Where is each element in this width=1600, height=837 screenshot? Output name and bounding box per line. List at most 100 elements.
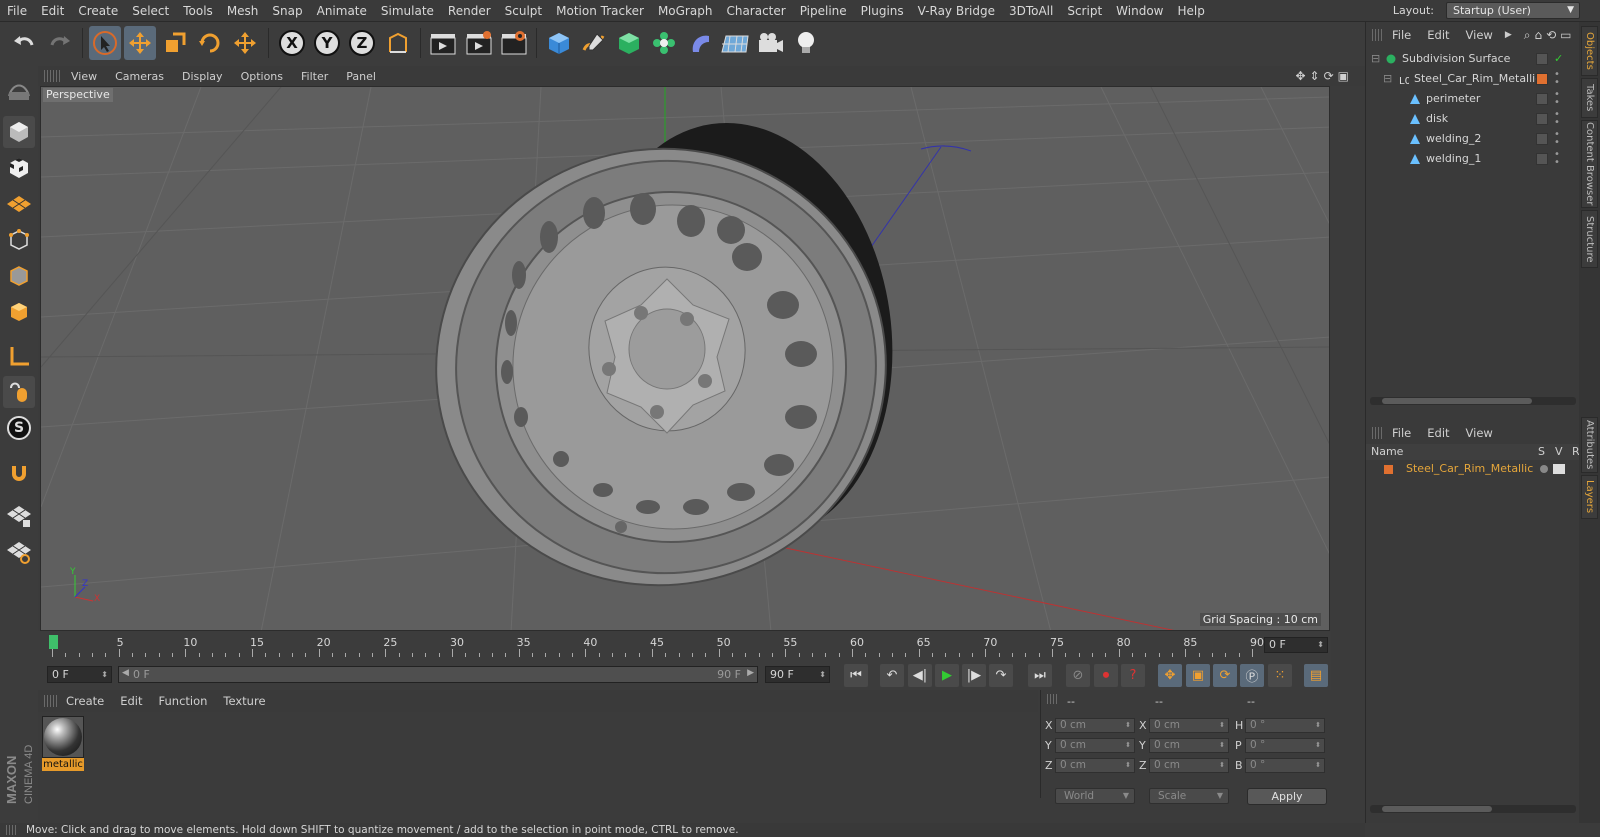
tab-takes[interactable]: Takes bbox=[1581, 78, 1598, 118]
object-manager-tool-icons[interactable]: ⌕⌂⟲▭ bbox=[1524, 28, 1576, 43]
menu-expand-arrow-icon[interactable]: ▶ bbox=[1505, 30, 1512, 40]
material-menu-texture[interactable]: Texture bbox=[215, 694, 273, 708]
add-light-button[interactable] bbox=[790, 26, 822, 60]
menu-vray-bridge[interactable]: V-Ray Bridge bbox=[911, 0, 1002, 22]
key-rotation-button[interactable]: ⟳ bbox=[1213, 664, 1237, 687]
playhead-marker[interactable] bbox=[49, 635, 58, 649]
coord-value-field[interactable]: 0 ° ⬍ bbox=[1245, 738, 1325, 753]
viewport-menu-cameras[interactable]: Cameras bbox=[106, 70, 173, 83]
horizontal-scrollbar[interactable] bbox=[1370, 805, 1576, 813]
x-axis-lock-button[interactable]: X bbox=[276, 26, 308, 60]
tab-layers[interactable]: Layers bbox=[1581, 475, 1598, 519]
tab-objects[interactable]: Objects bbox=[1581, 26, 1598, 76]
menu-simulate[interactable]: Simulate bbox=[374, 0, 441, 22]
play-button[interactable]: ▶ bbox=[935, 664, 959, 687]
scrollbar-thumb[interactable] bbox=[1382, 806, 1492, 812]
scale-tool-button[interactable] bbox=[159, 26, 191, 60]
previous-keyframe-button[interactable]: ↶ bbox=[880, 664, 904, 687]
menu-3dtoall[interactable]: 3DToAll bbox=[1002, 0, 1060, 22]
render-settings-button[interactable] bbox=[498, 26, 530, 60]
render-editor-dots-icon[interactable]: • • bbox=[1554, 130, 1560, 148]
tweak-mode-button[interactable] bbox=[3, 376, 35, 408]
planar-workplane-button[interactable] bbox=[3, 536, 35, 568]
menu-sculpt[interactable]: Sculpt bbox=[498, 0, 549, 22]
y-axis-lock-button[interactable]: Y bbox=[311, 26, 343, 60]
menu-file[interactable]: File bbox=[0, 0, 34, 22]
coord-value-field[interactable]: 0 cm ⬍ bbox=[1055, 718, 1135, 733]
menu-help[interactable]: Help bbox=[1170, 0, 1211, 22]
object-row[interactable]: ⊟ Subdivision Surface ✓ bbox=[1366, 49, 1580, 69]
menu-window[interactable]: Window bbox=[1109, 0, 1170, 22]
layer-menu-view[interactable]: View bbox=[1458, 426, 1501, 440]
tab-structure[interactable]: Structure bbox=[1581, 210, 1598, 268]
solo-mode-button[interactable]: S bbox=[3, 412, 35, 444]
render-editor-dots-icon[interactable]: • • bbox=[1554, 110, 1560, 128]
layer-menu-edit[interactable]: Edit bbox=[1419, 426, 1457, 440]
snap-button[interactable] bbox=[3, 456, 35, 488]
menu-tools[interactable]: Tools bbox=[176, 0, 220, 22]
object-menu-view[interactable]: View bbox=[1458, 28, 1501, 42]
go-to-start-button[interactable]: ⏮ bbox=[844, 664, 868, 687]
add-spline-button[interactable] bbox=[578, 26, 610, 60]
menu-select[interactable]: Select bbox=[125, 0, 176, 22]
start-frame-field[interactable]: 0 F ⬍ bbox=[47, 666, 112, 683]
menu-animate[interactable]: Animate bbox=[310, 0, 374, 22]
coord-value-field[interactable]: 0 cm ⬍ bbox=[1055, 738, 1135, 753]
tab-attributes[interactable]: Attributes bbox=[1581, 417, 1598, 473]
frame-ruler[interactable]: 051015202530354045505560657075808590 bbox=[49, 633, 1264, 659]
key-pla-button[interactable]: ⁙ bbox=[1268, 664, 1292, 687]
coord-value-field[interactable]: 0 cm ⬍ bbox=[1149, 718, 1229, 733]
locked-workplane-button[interactable] bbox=[3, 500, 35, 532]
coord-value-field[interactable]: 0 ° ⬍ bbox=[1245, 718, 1325, 733]
texture-mode-button[interactable] bbox=[3, 152, 35, 184]
record-disabled-button[interactable]: ⊘ bbox=[1066, 664, 1090, 687]
scrollbar-thumb[interactable] bbox=[1382, 398, 1532, 404]
menu-mesh[interactable]: Mesh bbox=[220, 0, 266, 22]
coordinate-space-dropdown[interactable]: World ▼ bbox=[1055, 788, 1135, 804]
menu-render[interactable]: Render bbox=[441, 0, 498, 22]
polygons-mode-button[interactable] bbox=[3, 296, 35, 328]
layer-visibility-toggle[interactable] bbox=[1536, 113, 1548, 125]
layer-color-swatch[interactable] bbox=[1536, 73, 1548, 85]
points-mode-button[interactable] bbox=[3, 224, 35, 256]
frame-range-slider[interactable]: ◀ 0 F 90 F ▶ bbox=[118, 666, 758, 683]
menu-pipeline[interactable]: Pipeline bbox=[793, 0, 854, 22]
render-to-picture-viewer-button[interactable] bbox=[463, 26, 495, 60]
add-cube-button[interactable] bbox=[543, 26, 575, 60]
tree-collapse-icon[interactable]: ⊟ bbox=[1383, 69, 1392, 89]
timeline-ruler[interactable]: 051015202530354045505560657075808590 0 F… bbox=[38, 631, 1331, 661]
rotate-tool-button[interactable] bbox=[194, 26, 226, 60]
render-editor-dots-icon[interactable]: • • bbox=[1554, 150, 1560, 168]
key-parameter-button[interactable]: Ⓟ bbox=[1240, 664, 1264, 687]
tree-collapse-icon[interactable]: ⊟ bbox=[1371, 49, 1380, 69]
object-row[interactable]: ⊟ L0 Steel_Car_Rim_Metallic • • bbox=[1366, 69, 1580, 89]
menu-create[interactable]: Create bbox=[71, 0, 125, 22]
viewport-menu-options[interactable]: Options bbox=[232, 70, 292, 83]
key-position-button[interactable]: ✥ bbox=[1158, 664, 1182, 687]
object-row[interactable]: welding_2 • • bbox=[1366, 129, 1580, 149]
current-frame-field[interactable]: 0 F ⬍ bbox=[1264, 637, 1328, 653]
viewport-menu-panel[interactable]: Panel bbox=[337, 70, 385, 83]
eye-visibility-icon[interactable] bbox=[1553, 464, 1565, 474]
menu-script[interactable]: Script bbox=[1060, 0, 1109, 22]
material-name-label[interactable]: metallic bbox=[42, 758, 84, 771]
layer-visibility-toggle[interactable] bbox=[1536, 93, 1548, 105]
add-deformer-button[interactable] bbox=[684, 26, 716, 60]
key-scale-button[interactable]: ▣ bbox=[1186, 664, 1210, 687]
menu-edit[interactable]: Edit bbox=[34, 0, 71, 22]
next-keyframe-button[interactable]: ↷ bbox=[989, 664, 1013, 687]
axis-mode-button[interactable] bbox=[3, 340, 35, 372]
object-row[interactable]: welding_1 • • bbox=[1366, 149, 1580, 169]
coord-value-field[interactable]: 0 cm ⬍ bbox=[1055, 758, 1135, 773]
menu-character[interactable]: Character bbox=[719, 0, 792, 22]
object-menu-edit[interactable]: Edit bbox=[1419, 28, 1457, 42]
undo-button[interactable] bbox=[8, 26, 40, 60]
coordinate-system-button[interactable] bbox=[383, 26, 415, 60]
layer-visibility-toggle[interactable] bbox=[1536, 133, 1548, 145]
add-environment-button[interactable] bbox=[719, 26, 751, 60]
viewport-menu-display[interactable]: Display bbox=[173, 70, 232, 83]
material-menu-function[interactable]: Function bbox=[151, 694, 216, 708]
model-mode-button[interactable] bbox=[3, 116, 35, 148]
end-frame-field[interactable]: 90 F ⬍ bbox=[765, 666, 830, 683]
edges-mode-button[interactable] bbox=[3, 260, 35, 292]
